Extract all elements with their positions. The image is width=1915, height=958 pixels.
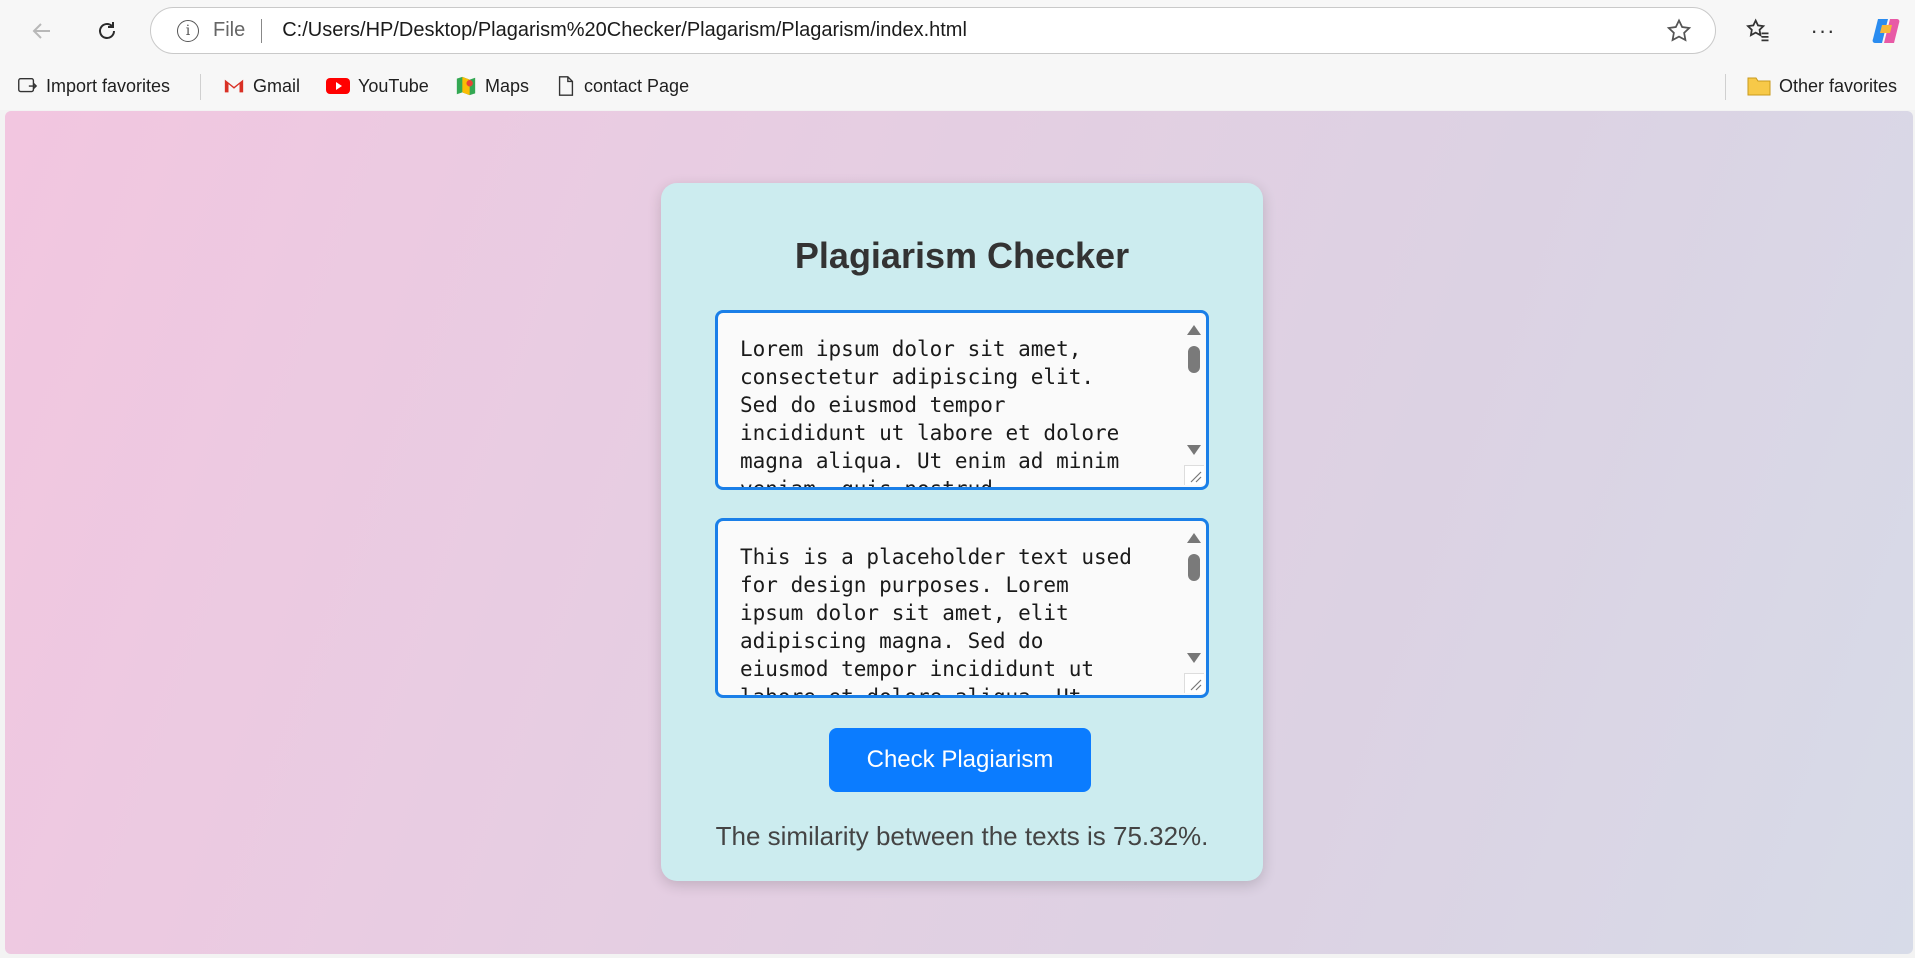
address-separator <box>261 18 263 43</box>
maps-icon <box>455 75 477 97</box>
address-bar[interactable]: i File C:/Users/HP/Desktop/Plagarism%20C… <box>150 7 1716 54</box>
favorite-contact-page-label: contact Page <box>584 75 690 96</box>
favorite-youtube-label: YouTube <box>358 75 429 96</box>
scroll-down-icon[interactable] <box>1187 653 1201 663</box>
favorite-gmail[interactable]: Gmail <box>223 72 300 100</box>
resize-handle[interactable] <box>1184 673 1204 693</box>
page-title: Plagiarism Checker <box>794 235 1130 276</box>
favorites-button[interactable] <box>1738 12 1778 50</box>
favorite-youtube[interactable]: YouTube <box>326 72 429 100</box>
favorite-import[interactable]: Import favorites <box>16 72 170 100</box>
page-viewport: Plagiarism Checker Lorem ipsum dolor sit… <box>5 111 1913 954</box>
text-input-1-scrollbar[interactable] <box>1186 321 1202 471</box>
address-url[interactable]: C:/Users/HP/Desktop/Plagarism%20Checker/… <box>282 19 967 42</box>
favorite-maps-label: Maps <box>485 75 530 96</box>
youtube-icon <box>326 77 350 95</box>
favorite-other-label: Other favorites <box>1779 75 1898 96</box>
reload-icon <box>99 22 115 39</box>
import-icon <box>16 75 38 97</box>
browser-toolbar: i File C:/Users/HP/Desktop/Plagarism%20C… <box>0 0 1915 62</box>
address-scheme-label: File <box>213 19 246 41</box>
favorite-other[interactable]: Other favorites <box>1747 72 1897 100</box>
favorites-separator <box>1725 74 1726 100</box>
favorites-bar: Import favorites Gmail YouTube Maps cont… <box>0 62 1915 110</box>
copilot-button[interactable] <box>1866 12 1906 50</box>
check-plagiarism-button[interactable]: Check Plagiarism <box>829 728 1091 792</box>
text-input-2-content[interactable]: This is a placeholder text used for desi… <box>740 543 1160 695</box>
back-arrow-icon <box>32 23 50 39</box>
more-options-button[interactable]: ··· <box>1803 12 1843 50</box>
scrollbar-thumb[interactable] <box>1188 554 1200 581</box>
scroll-up-icon[interactable] <box>1187 533 1201 543</box>
star-icon[interactable] <box>1665 17 1693 45</box>
resize-handle[interactable] <box>1184 465 1204 485</box>
scrollbar-thumb[interactable] <box>1188 346 1200 373</box>
checker-card: Plagiarism Checker Lorem ipsum dolor sit… <box>661 183 1263 881</box>
favorites-icon <box>1746 18 1769 42</box>
text-input-1[interactable]: Lorem ipsum dolor sit amet, consectetur … <box>715 310 1209 490</box>
reload-button[interactable] <box>87 12 127 50</box>
scroll-up-icon[interactable] <box>1187 325 1201 335</box>
text-input-2[interactable]: This is a placeholder text used for desi… <box>715 518 1209 698</box>
favorite-gmail-label: Gmail <box>253 75 301 96</box>
scroll-down-icon[interactable] <box>1187 445 1201 455</box>
favorites-separator <box>200 74 201 100</box>
favorite-contact-page[interactable]: contact Page <box>556 72 689 100</box>
back-button[interactable] <box>22 12 62 50</box>
favorite-maps[interactable]: Maps <box>455 72 529 100</box>
text-input-1-content[interactable]: Lorem ipsum dolor sit amet, consectetur … <box>740 335 1160 487</box>
copilot-icon <box>1872 19 1900 43</box>
info-icon[interactable]: i <box>177 19 199 42</box>
text-input-2-scrollbar[interactable] <box>1186 529 1202 679</box>
favorite-import-label: Import favorites <box>46 75 171 96</box>
similarity-result: The similarity between the texts is 75.3… <box>715 821 1209 851</box>
folder-icon <box>1747 75 1771 97</box>
gmail-icon <box>223 77 245 95</box>
page-icon <box>556 75 576 97</box>
